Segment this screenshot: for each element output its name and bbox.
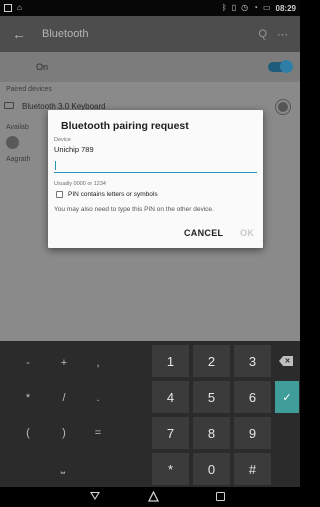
ok-button[interactable]: OK	[240, 228, 254, 238]
key-period[interactable]: .	[78, 383, 118, 413]
pairing-dialog: Bluetooth pairing request Device Unichip…	[48, 110, 263, 248]
key-7[interactable]: 7	[152, 417, 189, 449]
available-devices-header: Availab	[6, 124, 29, 131]
device-name: Unichip 789	[54, 145, 94, 154]
nav-back-icon[interactable]	[90, 492, 100, 500]
key-9[interactable]: 9	[234, 417, 271, 449]
dialog-title: Bluetooth pairing request	[61, 120, 189, 132]
pin-letters-checkbox[interactable]	[56, 191, 63, 198]
app-toolbar: ← Bluetooth Q ⋯	[0, 16, 300, 52]
search-icon[interactable]: Q	[258, 28, 267, 41]
toolbar-title: Bluetooth	[42, 28, 89, 40]
backspace-key[interactable]: ✕	[274, 345, 298, 377]
navigation-bar	[0, 487, 300, 507]
key-1[interactable]: 1	[152, 345, 189, 377]
nav-home-icon[interactable]	[148, 491, 159, 502]
key-star[interactable]: *	[152, 453, 189, 485]
clock: 08:29	[275, 3, 296, 13]
cancel-button[interactable]: CANCEL	[184, 228, 223, 238]
screenshot-icon	[4, 4, 12, 12]
key-open-paren[interactable]: (	[8, 418, 48, 448]
key-2[interactable]: 2	[193, 345, 230, 377]
space-key[interactable]: ⎵	[8, 453, 118, 483]
alarm-icon: ◷	[241, 3, 249, 12]
key-comma[interactable]: ,	[78, 348, 118, 378]
key-5[interactable]: 5	[193, 381, 230, 413]
backspace-icon: ✕	[279, 356, 293, 366]
nav-recents-icon[interactable]	[216, 492, 225, 501]
checkmark-icon: ✓	[282, 391, 292, 404]
bluetooth-toggle-row[interactable]: On	[0, 52, 300, 82]
enter-key[interactable]: ✓	[275, 381, 299, 413]
key-6[interactable]: 6	[234, 381, 271, 413]
numeric-keyboard: - + , * / . ( ) = ⎵ 1 2 3 4 5 6 7 8 9 * …	[0, 341, 300, 487]
pin-hint: Usually 0000 or 1234	[54, 181, 106, 187]
key-equals[interactable]: =	[78, 418, 118, 448]
toggle-label: On	[36, 62, 49, 72]
paired-devices-header: Paired devices	[6, 86, 52, 93]
pin-letters-option[interactable]: PIN contains letters or symbols	[56, 191, 158, 198]
headphones-icon	[6, 136, 19, 149]
key-3[interactable]: 3	[234, 345, 271, 377]
pin-letters-label: PIN contains letters or symbols	[68, 191, 158, 198]
key-asterisk[interactable]: *	[8, 383, 48, 413]
image-icon: ⌂	[17, 3, 22, 12]
key-0[interactable]: 0	[193, 453, 230, 485]
pin-input[interactable]	[54, 159, 257, 173]
pin-info-text: You may also need to type this PIN on th…	[54, 206, 214, 213]
keyboard-icon	[4, 102, 14, 109]
key-8[interactable]: 8	[193, 417, 230, 449]
wifi-icon: ◔	[253, 3, 258, 12]
device-label: Device	[54, 137, 71, 143]
key-hash[interactable]: #	[234, 453, 271, 485]
bluetooth-icon: ᛒ	[221, 3, 227, 12]
other-devices-header: Aagrath	[6, 156, 31, 163]
more-options-icon[interactable]: ⋯	[277, 28, 288, 41]
device-settings-gear-icon[interactable]	[276, 100, 290, 114]
key-4[interactable]: 4	[152, 381, 189, 413]
vibrate-icon: ▯	[231, 3, 237, 12]
back-arrow-icon[interactable]: ←	[12, 26, 34, 42]
key-minus[interactable]: -	[8, 348, 48, 378]
bluetooth-switch[interactable]	[268, 60, 293, 73]
text-cursor	[55, 161, 56, 170]
status-bar: ⌂ ᛒ ▯ ◷ ◔ ▭ 08:29	[0, 0, 300, 16]
battery-icon: ▭	[262, 3, 271, 12]
